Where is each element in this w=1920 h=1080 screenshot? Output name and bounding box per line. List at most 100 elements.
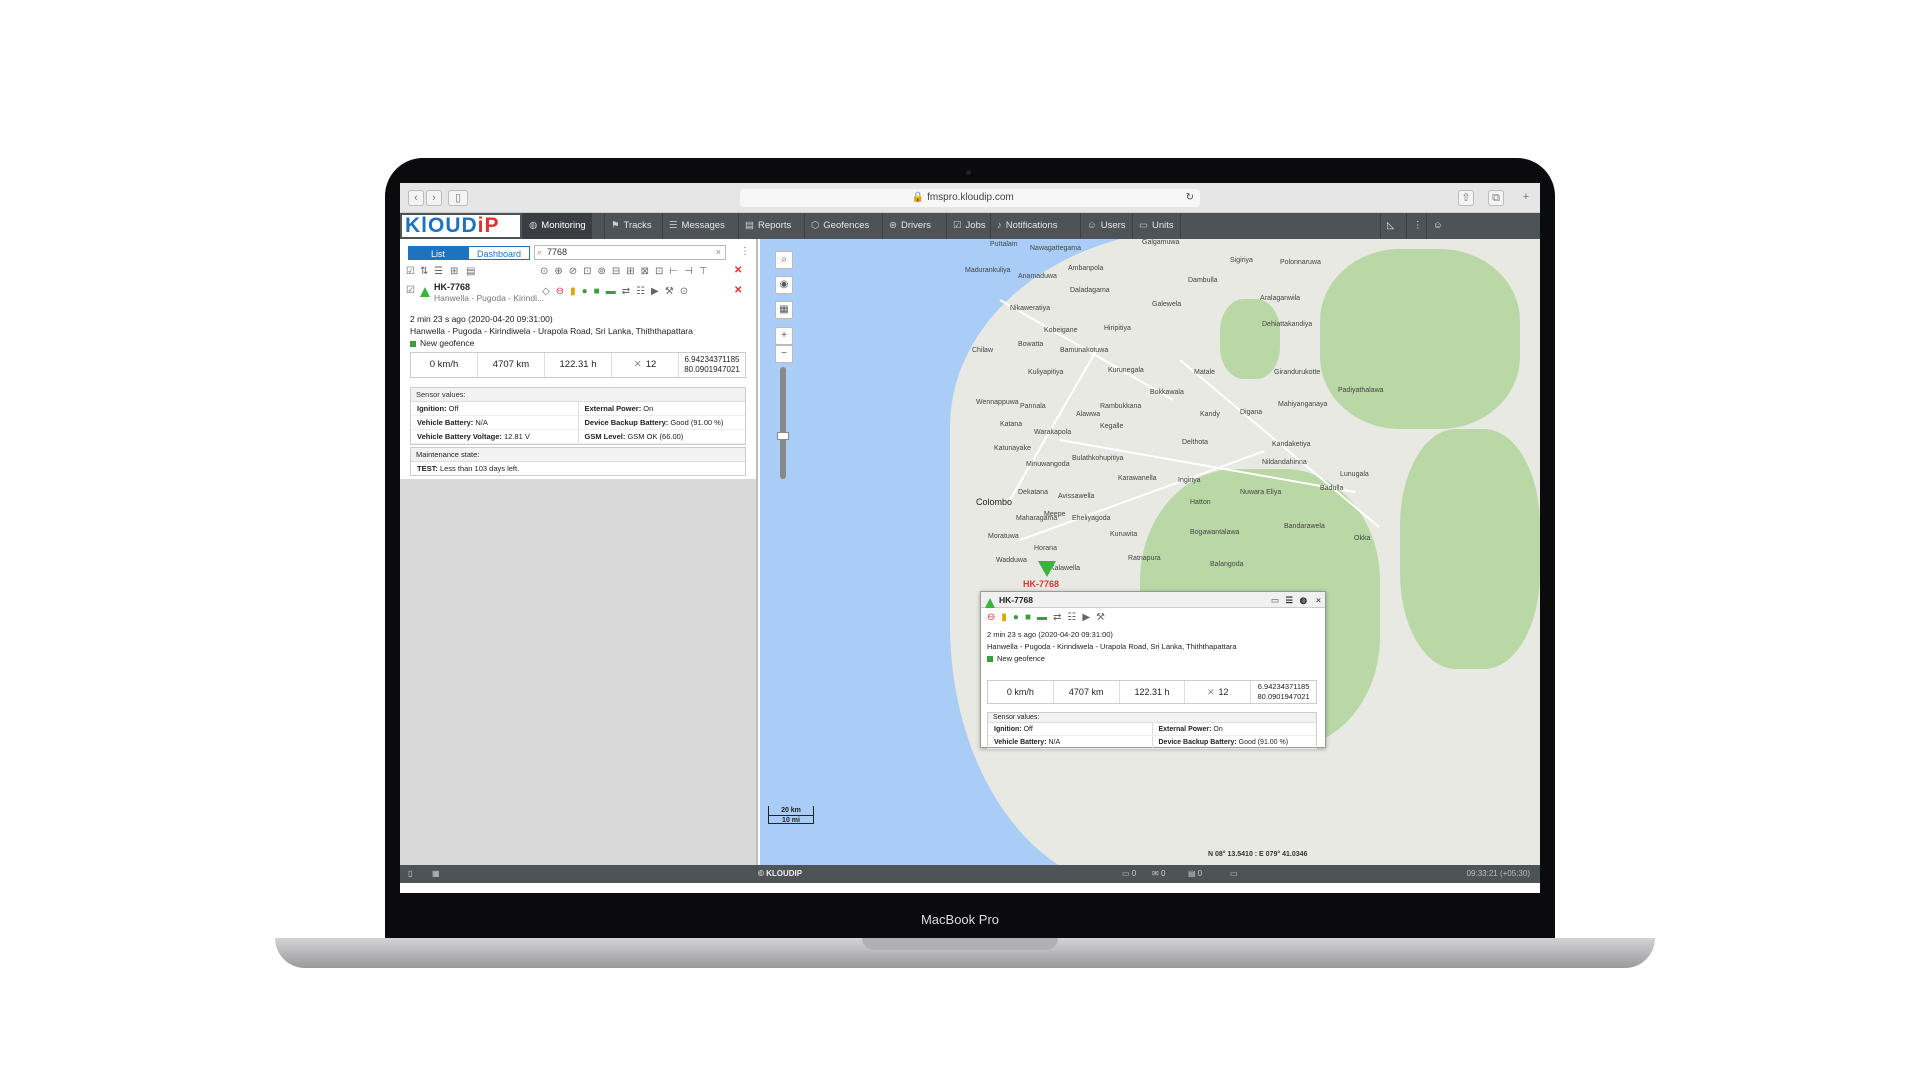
map-town-label: Puttalam bbox=[990, 241, 1018, 248]
nav-tracks[interactable]: ⚑ Tracks bbox=[604, 213, 658, 239]
nav-monitoring[interactable]: ◍ Monitoring bbox=[522, 213, 592, 239]
map-search-icon[interactable]: ⌕ bbox=[775, 251, 793, 269]
report-icon: ▤ bbox=[745, 220, 754, 231]
all-icon[interactable]: ▤ bbox=[466, 266, 475, 277]
counter-3[interactable]: ▤ 0 bbox=[1188, 865, 1202, 883]
sort-icon[interactable]: ⇅ bbox=[420, 266, 428, 277]
popup-list-icon[interactable]: ☰ bbox=[1285, 592, 1293, 608]
unit-checkbox[interactable]: ☑ bbox=[406, 285, 415, 296]
kloudip-logo[interactable]: KlOUDiP bbox=[402, 215, 520, 237]
chart-icon[interactable]: ◺ bbox=[1380, 213, 1400, 239]
close-icon[interactable]: × bbox=[1316, 592, 1321, 608]
sensor-key: External Power: bbox=[584, 404, 642, 413]
map-town-label: Kegalle bbox=[1100, 423, 1124, 430]
list-icon[interactable]: ☰ bbox=[434, 266, 443, 277]
audio-icon[interactable]: ▭ bbox=[1230, 865, 1238, 883]
counter-value: 0 bbox=[1197, 869, 1203, 878]
nav-geofences[interactable]: ⬡ Geofences bbox=[804, 213, 875, 239]
map-eye-icon[interactable]: ◉ bbox=[775, 276, 793, 294]
sensor-value: On bbox=[1213, 726, 1223, 733]
reload-icon[interactable]: ↻ bbox=[1186, 189, 1194, 207]
unit-marker-label[interactable]: HK-7768 bbox=[1023, 579, 1059, 589]
map-town-label: Bamunakotuwa bbox=[1060, 347, 1109, 354]
tab-list[interactable]: List bbox=[408, 246, 468, 260]
sensor-key: GSM Level: bbox=[584, 432, 626, 441]
column-icons[interactable]: ⊙⊕⊘⊡⊚⊟⊞⊠⊡⊢⊣⊤ bbox=[540, 266, 714, 277]
mileage-value: 4707 km bbox=[1054, 681, 1120, 703]
map-town-label: Bulathkohupitiya bbox=[1072, 455, 1124, 462]
satellite-icon: ✕ bbox=[633, 359, 642, 370]
copyright: © KLOUDIP bbox=[758, 869, 803, 878]
popup-address: Hanwella - Pugoda - Kirindiwela - Urapol… bbox=[987, 642, 1237, 651]
satellites-stat: ✕ 12 bbox=[612, 353, 679, 377]
sensor-header: Sensor values: bbox=[988, 713, 1316, 723]
unit-list: List Dashboard ⌕ 7768 × ⋮ ☑ ⇅ ☰ ⊞ ▤ ⊙⊕⊘⊡⊚⊟… bbox=[400, 239, 756, 479]
counter-2[interactable]: ✉ 0 bbox=[1152, 865, 1165, 883]
tabs-icon[interactable]: ⧉ bbox=[1488, 190, 1504, 206]
map-town-label: Dehiattakandiya bbox=[1262, 321, 1313, 328]
cursor-coordinates: N 08° 13.5410 : E 079° 41.0346 bbox=[1208, 851, 1308, 858]
popup-globe-icon[interactable]: ◍ bbox=[1300, 592, 1307, 608]
delete-icon[interactable]: ✕ bbox=[734, 265, 742, 276]
zoom-slider[interactable] bbox=[780, 367, 786, 479]
map-town-label: Mahiyanganaya bbox=[1278, 401, 1328, 408]
nav-units[interactable]: ▭ Units bbox=[1132, 213, 1181, 239]
geofence-icon bbox=[410, 340, 416, 347]
address-bar[interactable]: 🔒 fmspro.kloudip.com ↻ bbox=[740, 189, 1200, 207]
map-view[interactable]: Puttalam Nawagattegama Galgamuwa Sigiriya Po… bbox=[760, 239, 1540, 865]
sidebar-icon[interactable]: ▯ bbox=[448, 190, 468, 206]
panel-toggle-icon[interactable]: ▯ bbox=[408, 865, 412, 883]
speed-value: 0 km/h bbox=[411, 353, 478, 377]
map-town-label: Delthota bbox=[1182, 439, 1209, 446]
nav-messages[interactable]: ☰ Messages bbox=[662, 213, 731, 239]
unit-delete-icon[interactable]: ✕ bbox=[734, 285, 742, 296]
nav-drivers[interactable]: ⊛ Drivers bbox=[882, 213, 937, 239]
nav-reports[interactable]: ▤ Reports bbox=[738, 213, 797, 239]
nav-label: Notifications bbox=[1005, 220, 1058, 231]
zoom-in-icon[interactable]: + bbox=[775, 327, 793, 345]
account-icon[interactable]: ☺ bbox=[1426, 213, 1449, 239]
map-town-label: Digana bbox=[1240, 409, 1263, 416]
map-forest bbox=[1220, 299, 1280, 379]
map-layers-icon[interactable]: ▦ bbox=[775, 301, 793, 319]
grid-icon[interactable]: ▦ bbox=[432, 865, 440, 883]
zoom-handle[interactable] bbox=[777, 432, 789, 440]
map-town-label: Horana bbox=[1034, 545, 1057, 552]
unit-popup[interactable]: HK-7768 ▭ ☰ ◍ × ⊖▮●■▬⇄☷▶⚒ 2 min 23 s ago… bbox=[980, 591, 1326, 750]
engine-hours-value: 122.31 h bbox=[545, 353, 612, 377]
car-icon: ▭ bbox=[1139, 220, 1148, 231]
popup-stats: 0 km/h 4707 km 122.31 h ✕ 12 6.9423437118… bbox=[987, 680, 1317, 704]
unit-stats: 0 km/h 4707 km 122.31 h ✕ 12 6.9423437118… bbox=[410, 352, 746, 378]
forward-icon[interactable]: › bbox=[426, 190, 442, 206]
filter-icon[interactable]: ⊞ bbox=[450, 266, 458, 277]
sensor-value: Good (91.00 %) bbox=[670, 418, 724, 427]
unit-name[interactable]: HK-7768 bbox=[434, 282, 470, 292]
unit-marker-icon[interactable] bbox=[1038, 561, 1056, 577]
url-text: fmspro.kloudip.com bbox=[927, 192, 1014, 203]
latitude-value: 6.94234371185 bbox=[1257, 682, 1310, 691]
back-icon[interactable]: ‹ bbox=[408, 190, 424, 206]
nav-jobs[interactable]: ☑ Jobs bbox=[946, 213, 992, 239]
geofence-icon: ⬡ bbox=[811, 220, 820, 231]
map-town-label: Bowatta bbox=[1018, 341, 1044, 348]
share-icon[interactable]: ⇧ bbox=[1458, 190, 1474, 206]
new-tab-icon[interactable]: + bbox=[1518, 190, 1534, 206]
tab-dashboard[interactable]: Dashboard bbox=[468, 246, 530, 260]
popup-hide-icon[interactable]: ▭ bbox=[1271, 592, 1279, 608]
map-scale: 20 km 10 mi bbox=[768, 806, 814, 824]
satellites-value: 12 bbox=[645, 359, 657, 370]
counter-1[interactable]: ▭ 0 bbox=[1122, 865, 1136, 883]
unit-status-icons[interactable]: ◇⊖▮●■▬⇄☷▶⚒⊙ bbox=[542, 286, 694, 297]
map-town-label: Colombo bbox=[976, 497, 1013, 507]
clear-icon[interactable]: × bbox=[716, 246, 721, 259]
zoom-out-icon[interactable]: − bbox=[775, 345, 793, 363]
unit-search-input[interactable]: ⌕ 7768 × bbox=[534, 245, 726, 260]
nav-notifications[interactable]: ♪ Notifications bbox=[990, 213, 1064, 239]
menu-icon[interactable]: ⋮ bbox=[740, 246, 750, 257]
nav-users[interactable]: ☺ Users bbox=[1080, 213, 1132, 239]
map-town-label: Daladagama bbox=[1070, 287, 1110, 294]
logo-main: KlOUD bbox=[405, 214, 478, 237]
map-town-label: Lunugala bbox=[1340, 471, 1369, 478]
popup-status-icons[interactable]: ⊖▮●■▬⇄☷▶⚒ bbox=[987, 612, 1111, 623]
select-all-checkbox[interactable]: ☑ bbox=[406, 266, 415, 277]
